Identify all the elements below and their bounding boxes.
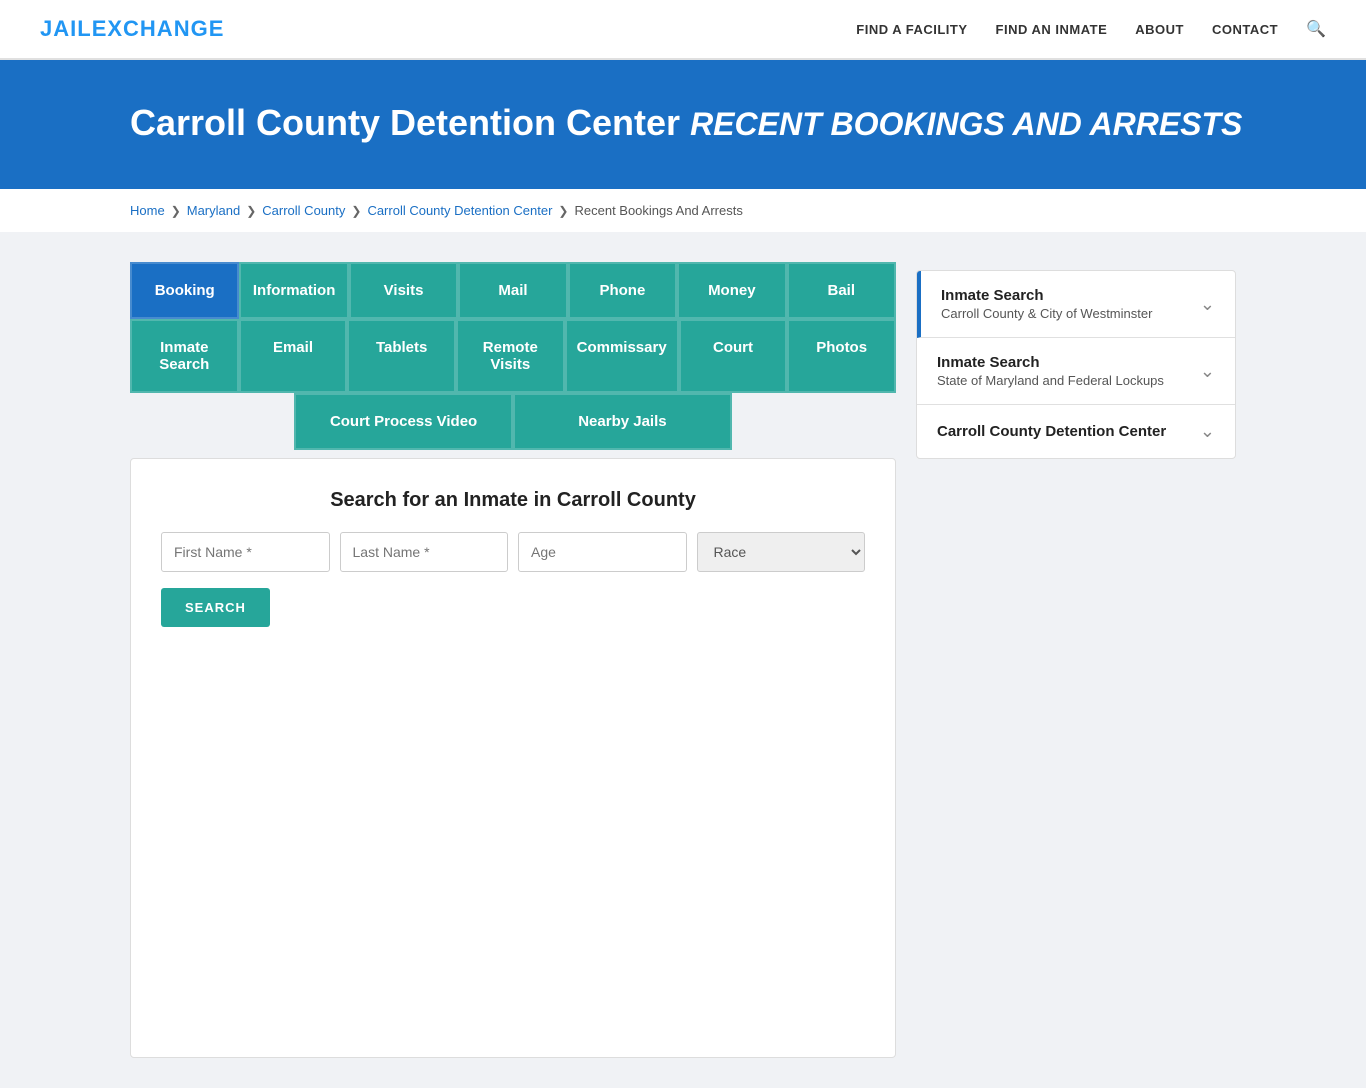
nav-about[interactable]: ABOUT (1135, 22, 1184, 37)
main-nav: FIND A FACILITY FIND AN INMATE ABOUT CON… (856, 19, 1326, 39)
sep-2: ❯ (246, 204, 256, 218)
page-title: Carroll County Detention Center RECENT B… (130, 100, 1326, 145)
logo[interactable]: JAILEXCHANGE (40, 16, 224, 42)
logo-blue: EXCHANGE (92, 16, 225, 41)
age-input[interactable] (518, 532, 687, 572)
chevron-down-icon-1: ⌄ (1200, 294, 1215, 315)
main-content: Booking Information Visits Mail Phone Mo… (0, 232, 1366, 1088)
sidebar-item-left-3: Carroll County Detention Center (937, 423, 1190, 440)
sidebar-item-label-1: Inmate Search (941, 287, 1190, 304)
search-fields: Race White Black Hispanic Asian Other (161, 532, 865, 572)
btn-tablets[interactable]: Tablets (347, 319, 456, 393)
nav-find-facility[interactable]: FIND A FACILITY (856, 22, 967, 37)
btn-inmate-search[interactable]: Inmate Search (130, 319, 239, 393)
sidebar-item-inmate-search-carroll[interactable]: Inmate Search Carroll County & City of W… (917, 271, 1235, 338)
breadcrumb: Home ❯ Maryland ❯ Carroll County ❯ Carro… (0, 189, 1366, 232)
last-name-input[interactable] (340, 532, 509, 572)
search-button[interactable]: SEARCH (161, 588, 270, 627)
button-row-2: Inmate Search Email Tablets Remote Visit… (130, 319, 896, 393)
search-title: Search for an Inmate in Carroll County (161, 489, 865, 512)
chevron-down-icon-3: ⌄ (1200, 421, 1215, 442)
btn-phone[interactable]: Phone (568, 262, 677, 319)
search-panel: Search for an Inmate in Carroll County R… (130, 458, 896, 1058)
btn-remote-visits[interactable]: Remote Visits (456, 319, 565, 393)
logo-black: JAIL (40, 16, 92, 41)
breadcrumb-ccdc[interactable]: Carroll County Detention Center (367, 203, 552, 218)
btn-photos[interactable]: Photos (787, 319, 896, 393)
btn-court[interactable]: Court (679, 319, 788, 393)
sep-4: ❯ (558, 204, 568, 218)
sidebar-item-left-1: Inmate Search Carroll County & City of W… (941, 287, 1190, 321)
btn-booking[interactable]: Booking (130, 262, 239, 319)
btn-visits[interactable]: Visits (349, 262, 458, 319)
btn-email[interactable]: Email (239, 319, 348, 393)
chevron-down-icon-2: ⌄ (1200, 361, 1215, 382)
btn-mail[interactable]: Mail (458, 262, 567, 319)
sidebar: Inmate Search Carroll County & City of W… (916, 270, 1236, 459)
button-row-1: Booking Information Visits Mail Phone Mo… (130, 262, 896, 319)
sidebar-item-inmate-search-maryland[interactable]: Inmate Search State of Maryland and Fede… (917, 338, 1235, 405)
breadcrumb-current: Recent Bookings And Arrests (574, 203, 742, 218)
left-column: Booking Information Visits Mail Phone Mo… (130, 262, 896, 1058)
hero-section: Carroll County Detention Center RECENT B… (0, 60, 1366, 189)
nav-contact[interactable]: CONTACT (1212, 22, 1278, 37)
sep-3: ❯ (351, 204, 361, 218)
btn-bail[interactable]: Bail (787, 262, 896, 319)
sidebar-item-ccdc[interactable]: Carroll County Detention Center ⌄ (917, 405, 1235, 458)
sep-1: ❯ (171, 204, 181, 218)
btn-information[interactable]: Information (239, 262, 348, 319)
sidebar-item-sublabel-2: State of Maryland and Federal Lockups (937, 373, 1190, 388)
hero-title-main: Carroll County Detention Center (130, 102, 680, 143)
hero-title-em: RECENT BOOKINGS AND ARRESTS (690, 106, 1242, 142)
first-name-input[interactable] (161, 532, 330, 572)
search-icon[interactable]: 🔍 (1306, 19, 1326, 39)
btn-nearby-jails[interactable]: Nearby Jails (513, 393, 732, 450)
button-row-3: Court Process Video Nearby Jails (130, 393, 896, 450)
breadcrumb-maryland[interactable]: Maryland (187, 203, 240, 218)
sidebar-item-label-3: Carroll County Detention Center (937, 423, 1190, 440)
nav-find-inmate[interactable]: FIND AN INMATE (996, 22, 1108, 37)
header: JAILEXCHANGE FIND A FACILITY FIND AN INM… (0, 0, 1366, 60)
race-select[interactable]: Race White Black Hispanic Asian Other (697, 532, 866, 572)
btn-court-process-video[interactable]: Court Process Video (294, 393, 513, 450)
breadcrumb-carroll[interactable]: Carroll County (262, 203, 345, 218)
sidebar-item-label-2: Inmate Search (937, 354, 1190, 371)
btn-money[interactable]: Money (677, 262, 786, 319)
buttons-section: Booking Information Visits Mail Phone Mo… (130, 262, 896, 450)
btn-commissary[interactable]: Commissary (565, 319, 679, 393)
sidebar-item-left-2: Inmate Search State of Maryland and Fede… (937, 354, 1190, 388)
breadcrumb-home[interactable]: Home (130, 203, 165, 218)
sidebar-item-sublabel-1: Carroll County & City of Westminster (941, 306, 1190, 321)
